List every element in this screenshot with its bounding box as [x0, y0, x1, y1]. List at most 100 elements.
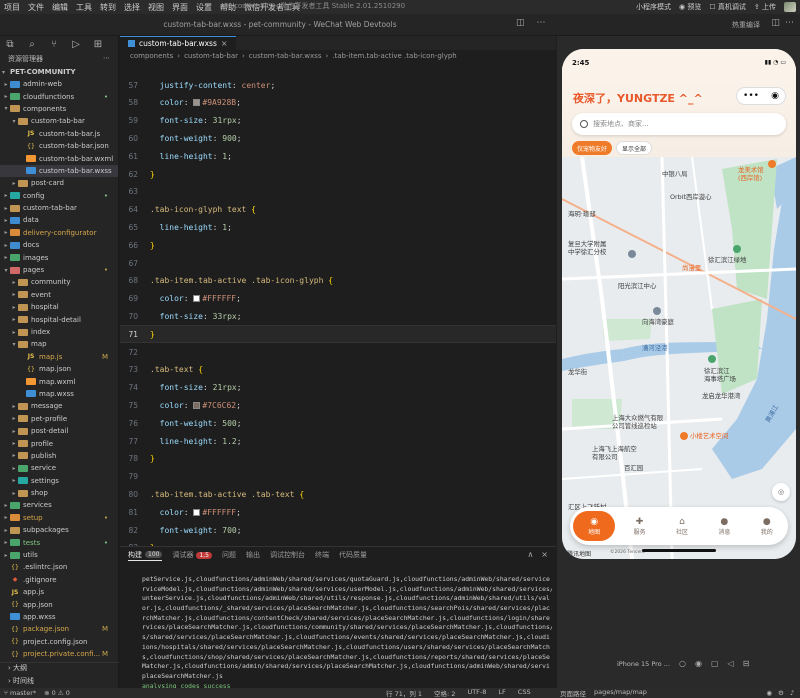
- volume-icon[interactable]: ◁: [728, 659, 734, 668]
- map-label[interactable]: 向海湾豪庭: [642, 317, 674, 326]
- sim-dock-icon[interactable]: ◫: [771, 18, 780, 28]
- map-label[interactable]: 小楼艺术空间: [690, 431, 728, 440]
- capsule-menu[interactable]: ••• ◉: [736, 87, 786, 105]
- upload-button[interactable]: ⇪ 上传: [754, 2, 776, 12]
- indentation[interactable]: 空格: 2: [434, 688, 455, 698]
- eol[interactable]: LF: [498, 688, 505, 698]
- map-label[interactable]: 龙启龙华港湾: [702, 391, 740, 400]
- color-swatch[interactable]: [193, 401, 201, 409]
- tree-item[interactable]: ▸ pet-profile: [0, 413, 118, 425]
- tree-item[interactable]: JS map.js M: [0, 351, 118, 363]
- map-label[interactable]: 阳光滨江中心: [618, 281, 656, 290]
- tree-item[interactable]: ◆ .gitignore: [0, 574, 118, 586]
- map-label[interactable]: 漕河泾港: [642, 343, 668, 352]
- preview-button[interactable]: ◉ 预览: [679, 2, 701, 12]
- eye-icon[interactable]: ◉: [766, 689, 772, 697]
- more-icon[interactable]: ⋯: [537, 18, 546, 28]
- menu-item[interactable]: 视图: [144, 2, 168, 13]
- outline-section[interactable]: › 大纲: [0, 662, 119, 674]
- menu-item[interactable]: 选择: [120, 2, 144, 13]
- problems-indicator[interactable]: ⊗ 0 ⚠ 0: [44, 689, 70, 697]
- tree-item[interactable]: custom-tab-bar.wxss: [0, 164, 118, 178]
- menu-item[interactable]: 界面: [168, 2, 192, 13]
- map-label[interactable]: (西岸馆): [738, 173, 762, 182]
- tree-item[interactable]: ▸ data: [0, 214, 118, 226]
- cursor-position[interactable]: 行 71，列 1: [386, 688, 422, 698]
- tree-item[interactable]: ▸ delivery-configurator: [0, 227, 118, 239]
- close-circle-icon[interactable]: ◉: [771, 91, 779, 101]
- locate-button[interactable]: ◎: [772, 483, 790, 501]
- project-header[interactable]: ▾ PET-COMMUNITY: [0, 66, 118, 78]
- tree-item[interactable]: ▸ images: [0, 251, 118, 263]
- tree-item[interactable]: ▸ service: [0, 462, 118, 474]
- color-swatch[interactable]: [193, 99, 201, 107]
- menu-item[interactable]: 转到: [96, 2, 120, 13]
- tree-item[interactable]: ▸ utils: [0, 549, 118, 561]
- tree-item[interactable]: ▸ post-detail: [0, 425, 118, 437]
- tree-item[interactable]: ▸ hospital: [0, 301, 118, 313]
- avatar[interactable]: [784, 2, 796, 12]
- device-selector[interactable]: iPhone 15 Pro ...: [617, 660, 670, 668]
- sim-more-icon[interactable]: ⋯: [785, 18, 794, 28]
- close-icon[interactable]: ×: [221, 39, 228, 48]
- files-icon[interactable]: ⧉: [5, 39, 15, 50]
- map-label[interactable]: 百汇园: [624, 463, 643, 472]
- tab-0[interactable]: ◉ 地图: [573, 511, 616, 541]
- map-label[interactable]: 海玥·瑄邸: [568, 209, 596, 218]
- close-icon[interactable]: ×: [541, 550, 548, 559]
- tab-custom-tab-bar-wxss[interactable]: custom-tab-bar.wxss ×: [120, 36, 236, 50]
- tab-3[interactable]: ● 消息: [706, 517, 742, 536]
- chip-show-all[interactable]: 显示全部: [616, 141, 653, 155]
- tab-4[interactable]: ● 我的: [749, 517, 785, 536]
- panel-tab[interactable]: 代码质量: [339, 550, 367, 560]
- stop-icon[interactable]: ▢: [711, 659, 719, 668]
- tree-item[interactable]: ▸ custom-tab-bar: [0, 202, 118, 214]
- debug-icon[interactable]: ▷: [71, 39, 81, 50]
- tree-item[interactable]: ▸ event: [0, 289, 118, 301]
- tree-item[interactable]: ▸ config •: [0, 190, 118, 202]
- page-path[interactable]: pages/map/map: [594, 688, 647, 698]
- tree-item[interactable]: app.wxss: [0, 611, 118, 623]
- more-icon[interactable]: •••: [743, 91, 759, 101]
- panel-tab[interactable]: 问题: [222, 550, 236, 560]
- sim-compile-mode[interactable]: 热重编译: [732, 20, 760, 30]
- tree-item[interactable]: ▸ shop: [0, 487, 118, 499]
- map-label[interactable]: 尚漫里: [682, 263, 701, 272]
- map-label[interactable]: 海事塔广场: [704, 374, 736, 383]
- tree-item[interactable]: ▸ community: [0, 276, 118, 288]
- tree-item[interactable]: map.wxml: [0, 375, 118, 387]
- map-label[interactable]: 徐汇滨江绿地: [708, 255, 746, 264]
- tree-item[interactable]: {} project.config.json: [0, 636, 118, 648]
- tree-item[interactable]: ▸ index: [0, 326, 118, 338]
- tree-item[interactable]: ▸ tests •: [0, 536, 118, 548]
- panel-tab[interactable]: 调试器 1,5: [172, 550, 212, 560]
- map-label[interactable]: 龙华街: [568, 367, 587, 376]
- color-swatch[interactable]: [193, 508, 201, 516]
- tree-item[interactable]: ▾ custom-tab-bar: [0, 115, 118, 127]
- tree-item[interactable]: ▸ publish: [0, 450, 118, 462]
- tree-item[interactable]: ▸ profile: [0, 437, 118, 449]
- tree-item[interactable]: ▸ setup •: [0, 512, 118, 524]
- color-swatch[interactable]: [193, 295, 201, 303]
- panel-tab[interactable]: 构建 100: [128, 550, 163, 561]
- mode-selector[interactable]: 小程序模式: [636, 2, 671, 12]
- tree-item[interactable]: custom-tab-bar.wxml: [0, 152, 118, 164]
- tree-item[interactable]: ▾ map: [0, 338, 118, 350]
- real-debug-button[interactable]: ☐ 真机调试: [709, 2, 746, 12]
- split-editor-icon[interactable]: ◫: [516, 18, 525, 28]
- breadcrumb-item[interactable]: .tab-item.tab-active .tab-icon-glyph: [332, 52, 456, 60]
- tab-2[interactable]: ⌂ 社区: [664, 517, 700, 536]
- tree-item[interactable]: JS app.js: [0, 586, 118, 598]
- tree-item[interactable]: ▸ subpackages: [0, 524, 118, 536]
- language-mode[interactable]: CSS: [518, 688, 531, 698]
- tree-item[interactable]: {} .eslintrc.json: [0, 561, 118, 573]
- tab-1[interactable]: ✚ 服务: [622, 517, 658, 536]
- chevron-up-icon[interactable]: ∧: [527, 550, 533, 559]
- timeline-section[interactable]: › 时间线: [0, 676, 119, 688]
- map-label[interactable]: 中银八局: [662, 169, 688, 178]
- panel-tab[interactable]: 调试控制台: [270, 550, 305, 560]
- map-label[interactable]: 公司管线巡检站: [612, 421, 657, 430]
- tree-item[interactable]: {} map.json: [0, 363, 118, 375]
- breadcrumb-item[interactable]: components: [130, 52, 173, 60]
- tree-item[interactable]: {} custom-tab-bar.json: [0, 140, 118, 152]
